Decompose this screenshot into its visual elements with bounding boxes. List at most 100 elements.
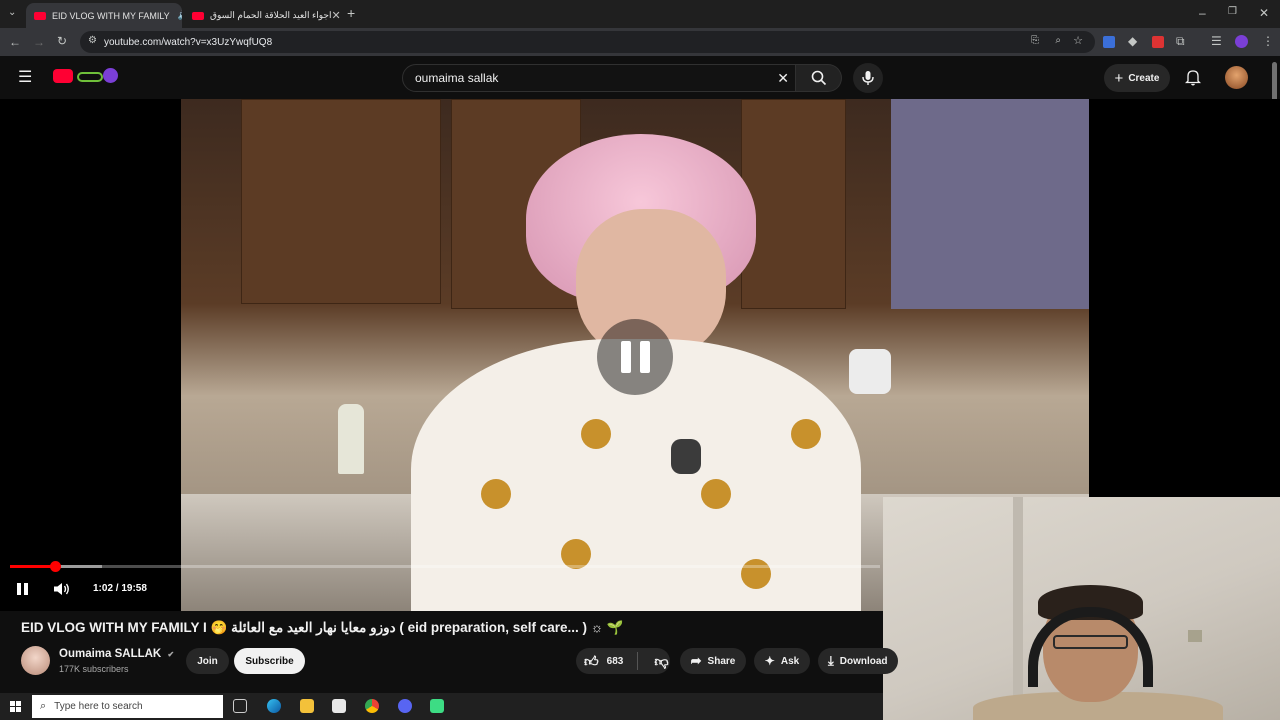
plus-icon: + [1114,69,1124,87]
tab-title: اجواء العيد الحلاقة الحمام السوق [210,10,332,20]
forward-icon[interactable]: → [33,36,45,48]
download-label: Download [839,655,888,667]
youtube-logo[interactable] [53,69,73,83]
reading-list-icon[interactable]: ☰ [1211,35,1222,47]
volume-icon [54,583,69,595]
edge-browser-icon[interactable] [267,699,281,713]
like-button[interactable]: 👍︎ 683 👎︎ [576,648,670,674]
wall-window [891,99,1089,309]
pause-overlay-icon[interactable] [597,319,673,395]
taskbar-search-field[interactable]: ⌕ Type here to search [32,695,223,718]
account-avatar[interactable] [1225,66,1248,89]
hamburger-menu-icon[interactable]: ☰ [18,70,32,86]
android-app-icon[interactable] [430,699,444,713]
sparkle-icon: ✦ [764,654,775,668]
discord-taskbar-icon[interactable] [398,699,412,713]
kettle [849,349,891,394]
back-icon[interactable]: ← [9,36,21,48]
search-query-text: oumaima sallak [415,71,499,85]
wall-shelf [1013,497,1023,720]
progress-bar[interactable] [10,561,880,572]
webcam-overlay [883,497,1280,720]
taskbar-search-placeholder: Type here to search [54,701,143,712]
zoom-icon[interactable]: ⌕ [1055,35,1061,46]
share-button[interactable]: ➦ Share [680,648,746,674]
bear-pattern [701,479,731,509]
restore-button[interactable]: ❐ [1228,7,1237,17]
glasses [1053,635,1128,649]
volume-button[interactable] [53,582,71,596]
create-button[interactable]: + Create [1104,64,1170,92]
download-arrow-icon: ⤓ [828,653,834,668]
channel-avatar[interactable] [21,646,50,675]
install-app-icon[interactable]: ⎘ [1031,35,1039,46]
pause-button[interactable] [17,583,29,595]
channel-name[interactable]: Oumaima SALLAK ✔ [59,648,174,660]
site-info-icon[interactable]: ⚙ [88,35,97,46]
search-icon: ⌕ [40,700,47,712]
close-window-button[interactable]: ✕ [1259,7,1269,19]
notifications-bell-icon[interactable] [1184,69,1202,86]
microsoft-store-icon[interactable] [332,699,346,713]
microphone-icon [862,71,874,85]
bear-pattern [741,559,771,589]
new-tab-button[interactable]: + [347,6,355,20]
chrome-taskbar-icon[interactable] [365,699,379,713]
thumbs-up-icon: 👍︎ [584,652,599,669]
share-label: Share [707,655,736,667]
search-input[interactable]: oumaima sallak ✕ [402,64,796,92]
url-text: youtube.com/watch?v=x3UzYwqfUQ8 [104,36,273,48]
reload-icon[interactable]: ↻ [57,35,67,47]
tab-close-icon[interactable]: ✕ [332,9,341,22]
youtube-favicon-icon [34,11,46,20]
profile-icon[interactable] [1235,35,1248,48]
progress-scrubber-handle[interactable] [50,561,62,572]
tab-eid-vlog[interactable]: EID VLOG WITH MY FAMILY 🔊 ✕ [26,3,182,28]
search-button[interactable] [796,64,842,92]
minimize-button[interactable]: – [1199,7,1206,19]
wall-socket [1188,630,1202,642]
thumbs-down-icon[interactable]: 👎︎ [654,653,668,670]
clear-search-icon[interactable]: ✕ [777,70,789,87]
join-button[interactable]: Join [186,648,229,674]
url-field[interactable]: ⚙ youtube.com/watch?v=x3UzYwqfUQ8 ⎘ ⌕ ☆ [80,31,1095,53]
youtube-header: ☰ oumaima sallak ✕ + Create [0,56,1280,99]
tab-second-video[interactable]: اجواء العيد الحلاقة الحمام السوق ✕ [184,3,340,28]
voice-search-button[interactable] [853,63,883,93]
browser-menu-icon[interactable]: ⋮ [1262,35,1274,47]
bookmark-star-icon[interactable]: ☆ [1073,34,1083,47]
tab-search-icon[interactable]: ⌄ [8,8,16,18]
youtube-favicon-icon [192,11,204,20]
video-title: EID VLOG WITH MY FAMILY I 🤭 دوزو معايا ن… [21,620,624,635]
dish-soap-bottle [338,404,364,474]
subscribe-button[interactable]: Subscribe [234,648,305,674]
translate-extension-icon[interactable] [1103,36,1115,48]
kitchen-cabinet [741,99,846,309]
extension-red-icon[interactable] [1152,36,1164,48]
browser-tab-strip: ⌄ EID VLOG WITH MY FAMILY 🔊 ✕ اجواء العي… [0,0,1280,28]
windows-taskbar: ⌕ Type here to search [0,693,883,720]
search-icon [811,70,826,86]
share-arrow-icon: ➦ [690,653,702,668]
extensions-puzzle-icon[interactable]: ⧉ [1176,35,1185,47]
bear-pattern [791,419,821,449]
file-explorer-icon[interactable] [300,699,314,713]
lapel-microphone [671,439,701,474]
address-bar-row: ← → ↻ ⚙ youtube.com/watch?v=x3UzYwqfUQ8 … [0,28,1280,56]
subscriber-count: 177K subscribers [59,664,129,674]
bear-pattern [481,479,511,509]
channel-name-text: Oumaima SALLAK [59,648,162,660]
like-dislike-divider [637,652,639,670]
download-button[interactable]: ⤓ Download [818,648,898,674]
create-label: Create [1128,72,1160,84]
ask-label: Ask [780,655,800,667]
task-view-icon[interactable] [233,699,247,713]
extension-diamond-icon[interactable]: ◆ [1128,35,1137,47]
bear-pattern [581,419,611,449]
doodle-logo[interactable] [77,66,119,86]
speaker-icon: 🔊 [178,10,182,21]
windows-start-icon[interactable] [10,701,21,712]
pause-icon [17,583,21,595]
kitchen-cabinet [241,99,441,304]
ask-button[interactable]: ✦ Ask [754,648,810,674]
